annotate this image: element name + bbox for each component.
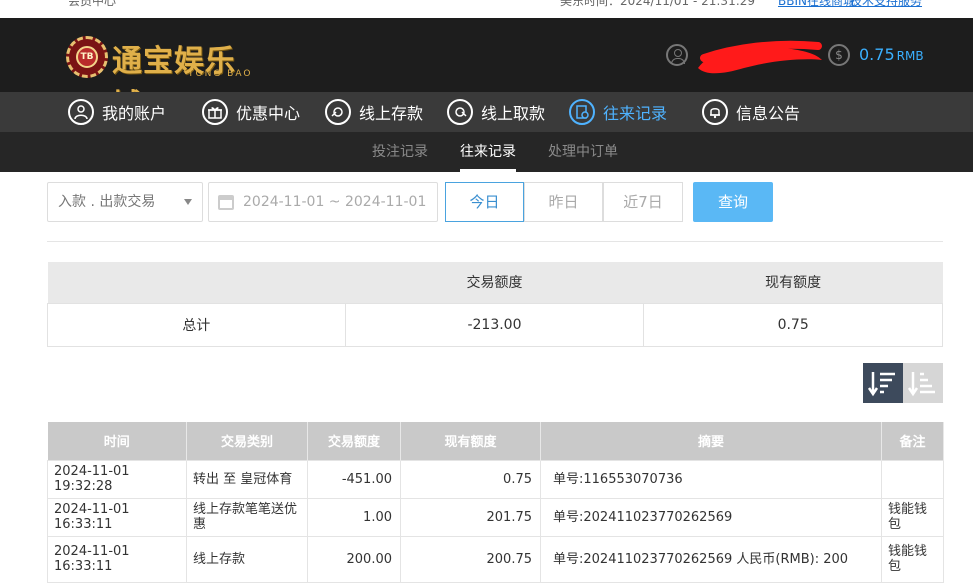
nav-item-my-account[interactable]: 我的账户	[68, 92, 166, 132]
sub-nav: 投注记录 往来记录 处理中订单	[0, 132, 973, 172]
mall-link[interactable]: BBIN在线商城	[778, 0, 855, 9]
summary-table: 交易额度 现有额度 总计 -213.00 0.75	[47, 262, 943, 347]
cell-amount: 1.00	[307, 497, 401, 537]
member-center-link[interactable]: 会员中心	[68, 0, 116, 9]
cell-balance: 0.75	[400, 459, 541, 499]
summary-header-amount: 交易额度	[345, 262, 644, 303]
site-logo[interactable]: TB 通宝娱乐城 TONG BAO	[66, 36, 266, 123]
nav-item-transaction-records[interactable]: 往来记录	[569, 92, 667, 132]
nav-item-label: 往来记录	[603, 104, 668, 123]
cell-balance: 201.75	[400, 497, 541, 537]
balance-unit: RMB	[896, 49, 924, 63]
cell-summary: 单号:202411023770262569	[540, 497, 882, 537]
col-header-type: 交易类别	[186, 422, 308, 460]
sort-descending-button[interactable]	[863, 363, 903, 403]
cell-balance: 200.75	[400, 535, 541, 583]
cell-note	[881, 459, 944, 499]
col-header-note: 备注	[881, 422, 944, 460]
nav-item-announcements[interactable]: 信息公告	[702, 92, 800, 132]
gift-icon	[202, 99, 228, 125]
records-icon	[569, 99, 595, 125]
cell-amount: -451.00	[307, 459, 401, 499]
summary-total-amount: -213.00	[344, 302, 645, 347]
calendar-icon	[218, 195, 234, 210]
support-link[interactable]: 技术支持服务	[850, 0, 922, 9]
dollar-coin-icon: $	[828, 44, 850, 66]
logo-english-text: TONG BAO	[188, 69, 253, 79]
deposit-icon	[325, 99, 351, 125]
cell-summary: 单号:116553070736	[540, 459, 882, 499]
main-nav: 我的账户 优惠中心 线上存款 线上取款 往来记录 信息公告	[0, 92, 973, 132]
redaction-scribble	[698, 40, 822, 74]
summary-total-balance: 0.75	[643, 302, 943, 347]
date-range-value: 2024-11-01 ~ 2024-11-01	[243, 194, 427, 210]
col-header-balance: 现有额度	[400, 422, 541, 460]
sort-descending-icon	[867, 372, 895, 397]
summary-row: 总计 -213.00 0.75	[47, 302, 943, 347]
cell-time: 2024-11-01 16:33:11	[47, 535, 187, 583]
summary-header-row: 交易额度 现有额度	[47, 262, 943, 303]
nav-item-online-withdraw[interactable]: 线上取款	[447, 92, 545, 132]
top-strip: 会员中心 美东时间：2024/11/01 - 21:31:29 BBIN在线商城…	[0, 0, 973, 18]
col-header-time: 时间	[47, 422, 187, 460]
table-header-row: 时间 交易类别 交易额度 现有额度 摘要 备注	[47, 422, 944, 460]
table-row: 2024-11-01 19:32:28 转出 至 皇冠体育 -451.00 0.…	[47, 459, 944, 499]
account-balance: 0.75 RMB	[859, 45, 924, 64]
eastern-time-text: 美东时间：2024/11/01 - 21:31:29	[560, 0, 756, 8]
cell-amount: 200.00	[307, 535, 401, 583]
summary-header-balance: 现有额度	[643, 262, 943, 303]
cell-type: 转出 至 皇冠体育	[186, 459, 308, 499]
nav-item-label: 优惠中心	[236, 104, 301, 123]
range-today-button[interactable]: 今日	[445, 182, 524, 222]
bell-icon	[702, 99, 728, 125]
range-7days-button[interactable]: 近7日	[603, 182, 683, 222]
cell-note: 钱能钱包	[881, 535, 944, 583]
tab-bet-records[interactable]: 投注记录	[372, 132, 428, 172]
withdraw-icon	[447, 99, 473, 125]
balance-value: 0.75	[859, 45, 895, 64]
transaction-table: 时间 交易类别 交易额度 现有额度 摘要 备注 2024-11-01 19:32…	[47, 422, 944, 583]
tab-transaction-records[interactable]: 往来记录	[460, 132, 516, 172]
summary-total-label: 总计	[47, 302, 346, 347]
sort-ascending-icon	[907, 372, 935, 397]
cell-time: 2024-11-01 19:32:28	[47, 459, 187, 499]
nav-item-label: 线上取款	[481, 104, 546, 123]
casino-chip-icon: TB	[66, 36, 108, 78]
logo-chip-text: TB	[76, 46, 98, 68]
cell-type: 线上存款	[186, 535, 308, 583]
query-button[interactable]: 查询	[693, 182, 773, 222]
col-header-amount: 交易额度	[307, 422, 401, 460]
site-header: TB 通宝娱乐城 TONG BAO $ 0.75RMB	[0, 18, 973, 123]
nav-item-label: 我的账户	[102, 104, 167, 123]
tab-pending-orders[interactable]: 处理中订单	[548, 132, 618, 172]
cell-summary: 单号:202411023770262569 人民币(RMB): 200	[540, 535, 882, 583]
caret-down-icon	[184, 199, 192, 205]
nav-item-label: 信息公告	[736, 104, 801, 123]
date-range-input[interactable]: 2024-11-01 ~ 2024-11-01	[208, 182, 438, 222]
cell-type: 线上存款笔笔送优惠	[186, 497, 308, 537]
nav-item-promotions[interactable]: 优惠中心	[202, 92, 300, 132]
nav-item-label: 线上存款	[359, 104, 424, 123]
summary-header-blank	[47, 262, 346, 303]
range-yesterday-button[interactable]: 昨日	[524, 182, 603, 222]
nav-item-online-deposit[interactable]: 线上存款	[325, 92, 423, 132]
transaction-type-select[interactable]: 入款 . 出款交易	[47, 182, 203, 222]
sort-ascending-button[interactable]	[903, 363, 943, 403]
cell-note: 钱能钱包	[881, 497, 944, 537]
select-value: 入款 . 出款交易	[58, 194, 156, 210]
user-icon	[68, 99, 94, 125]
divider	[47, 241, 943, 242]
cell-time: 2024-11-01 16:33:11	[47, 497, 187, 537]
user-icon[interactable]	[666, 44, 688, 66]
col-header-summary: 摘要	[540, 422, 882, 460]
table-row: 2024-11-01 16:33:11 线上存款 200.00 200.75 单…	[47, 535, 944, 583]
table-row: 2024-11-01 16:33:11 线上存款笔笔送优惠 1.00 201.7…	[47, 497, 944, 537]
